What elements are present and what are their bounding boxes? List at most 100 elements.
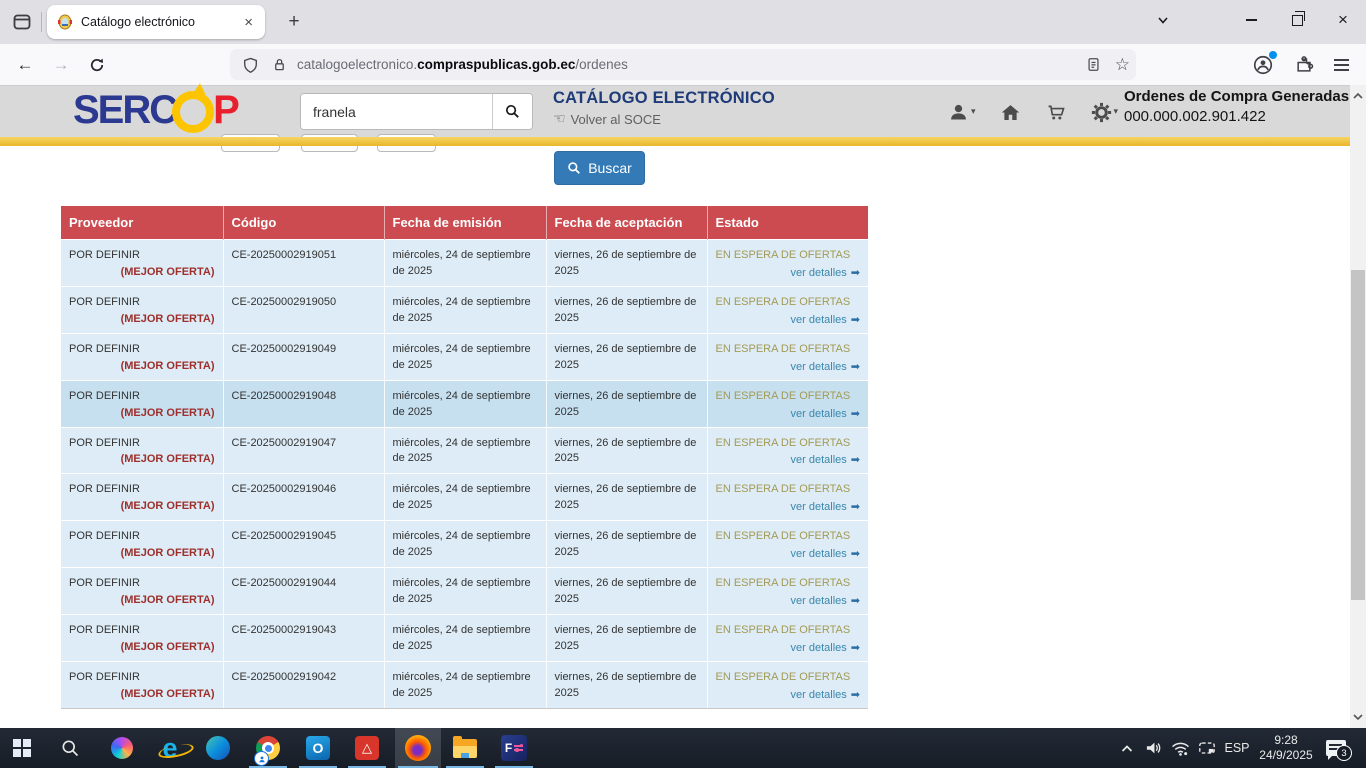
window-minimize-button[interactable]: [1228, 0, 1274, 40]
ver-detalles-link[interactable]: ver detalles: [791, 642, 847, 654]
provider-name: POR DEFINIR: [69, 623, 215, 639]
extensions-puzzle-icon[interactable]: [1294, 55, 1314, 75]
windows-logo-icon: [13, 739, 31, 757]
acceptance-date: viernes, 26 de septiembre de 2025: [546, 286, 707, 333]
arrow-right-icon[interactable]: ➡: [851, 407, 860, 420]
emission-date: miércoles, 24 de septiembre de 2025: [384, 474, 546, 521]
firefox-view-icon[interactable]: [10, 11, 34, 33]
arrow-right-icon[interactable]: ➡: [851, 500, 860, 513]
shield-icon[interactable]: [242, 56, 259, 74]
ver-detalles-link[interactable]: ver detalles: [791, 501, 847, 513]
order-code: CE-20250002919044: [223, 568, 384, 615]
buscar-button[interactable]: Buscar: [554, 151, 645, 185]
scroll-down-arrow[interactable]: [1350, 708, 1366, 726]
tray-wifi-icon[interactable]: [1167, 728, 1194, 768]
arrow-right-icon[interactable]: ➡: [851, 688, 860, 701]
hamburger-menu-icon[interactable]: [1334, 56, 1349, 73]
provider-name: POR DEFINIR: [69, 436, 215, 452]
window-close-button[interactable]: ×: [1320, 0, 1366, 40]
settings-gear-button[interactable]: ▾: [1079, 99, 1131, 125]
ver-detalles-link[interactable]: ver detalles: [791, 408, 847, 420]
notification-count-badge: 3: [1336, 745, 1352, 761]
order-status: EN ESPERA DE OFERTAS: [716, 389, 861, 405]
lock-icon[interactable]: [272, 56, 287, 73]
order-row: POR DEFINIR (MEJOR OFERTA) CE-2025000291…: [61, 661, 868, 708]
ver-detalles-link[interactable]: ver detalles: [791, 267, 847, 279]
best-offer-label: (MEJOR OFERTA): [69, 499, 215, 515]
chrome-app-icon[interactable]: [246, 728, 290, 768]
best-offer-label: (MEJOR OFERTA): [69, 687, 215, 703]
bookmark-star-icon[interactable]: ☆: [1115, 55, 1130, 75]
emission-date: miércoles, 24 de septiembre de 2025: [384, 380, 546, 427]
col-fecha-aceptacion: Fecha de aceptación: [546, 206, 707, 240]
provider-name: POR DEFINIR: [69, 482, 215, 498]
firefox-app-icon[interactable]: [395, 728, 441, 768]
arrow-right-icon[interactable]: ➡: [851, 453, 860, 466]
tray-remote-session-icon[interactable]: [1194, 728, 1220, 768]
order-status: EN ESPERA DE OFERTAS: [716, 576, 861, 592]
arrow-right-icon[interactable]: ➡: [851, 313, 860, 326]
order-row: POR DEFINIR (MEJOR OFERTA) CE-2025000291…: [61, 521, 868, 568]
acceptance-date: viernes, 26 de septiembre de 2025: [546, 521, 707, 568]
order-code: CE-20250002919049: [223, 333, 384, 380]
tray-clock[interactable]: 9:28 24/9/2025: [1254, 728, 1318, 768]
tray-language-indicator[interactable]: ESP: [1220, 728, 1254, 768]
copilot-app-icon[interactable]: [100, 728, 144, 768]
adobe-acrobat-app-icon[interactable]: △: [345, 728, 389, 768]
catalog-search-button[interactable]: [492, 94, 532, 129]
tray-show-hidden-icons-chevron[interactable]: [1114, 728, 1140, 768]
browser-tab[interactable]: Catálogo electrónico ×: [47, 5, 265, 39]
search-icon: [60, 738, 80, 758]
catalog-search-input[interactable]: [301, 94, 492, 129]
provider-name: POR DEFINIR: [69, 295, 215, 311]
tab-list-chevron-icon[interactable]: [1140, 0, 1186, 40]
volver-al-soce-link[interactable]: ☜ Volver al SOCE: [553, 111, 775, 127]
arrow-right-icon[interactable]: ➡: [851, 266, 860, 279]
scrollbar-thumb[interactable]: [1351, 270, 1365, 600]
acceptance-date: viernes, 26 de septiembre de 2025: [546, 661, 707, 708]
internet-explorer-app-icon[interactable]: e: [148, 728, 192, 768]
ver-detalles-link[interactable]: ver detalles: [791, 548, 847, 560]
feo-app-icon[interactable]: F: [492, 728, 536, 768]
ver-detalles-link[interactable]: ver detalles: [791, 314, 847, 326]
new-tab-button[interactable]: +: [280, 8, 308, 36]
col-fecha-emision: Fecha de emisión: [384, 206, 546, 240]
taskbar-search-button[interactable]: [48, 728, 92, 768]
order-code: CE-20250002919045: [223, 521, 384, 568]
orders-summary-title: Ordenes de Compra Generadas: [1124, 88, 1349, 105]
logo-swirl-o: [172, 91, 214, 133]
ver-detalles-link[interactable]: ver detalles: [791, 689, 847, 701]
arrow-right-icon[interactable]: ➡: [851, 547, 860, 560]
url-bar[interactable]: catalogoelectronico.compraspublicas.gob.…: [230, 49, 1136, 80]
reader-mode-icon[interactable]: [1086, 56, 1101, 73]
tray-notification-center-icon[interactable]: 3: [1318, 728, 1354, 768]
ver-detalles-link[interactable]: ver detalles: [791, 454, 847, 466]
reload-button[interactable]: [82, 50, 112, 80]
best-offer-label: (MEJOR OFERTA): [69, 593, 215, 609]
start-button[interactable]: [0, 728, 44, 768]
ver-detalles-link[interactable]: ver detalles: [791, 595, 847, 607]
browser-toolbar: ← → catalogoelectronico.compraspublicas.…: [0, 44, 1366, 86]
arrow-right-icon[interactable]: ➡: [851, 360, 860, 373]
file-explorer-app-icon[interactable]: [443, 728, 487, 768]
window-restore-button[interactable]: [1274, 0, 1320, 40]
cart-button[interactable]: [1033, 99, 1079, 125]
tray-volume-icon[interactable]: [1140, 728, 1167, 768]
scroll-up-arrow[interactable]: [1350, 87, 1366, 105]
arrow-right-icon[interactable]: ➡: [851, 641, 860, 654]
edge-app-icon[interactable]: [196, 728, 240, 768]
ver-detalles-link[interactable]: ver detalles: [791, 361, 847, 373]
back-button[interactable]: ←: [10, 50, 40, 80]
acceptance-date: viernes, 26 de septiembre de 2025: [546, 568, 707, 615]
account-notification-dot: [1269, 51, 1277, 59]
col-proveedor: Proveedor: [61, 206, 223, 240]
arrow-right-icon[interactable]: ➡: [851, 594, 860, 607]
home-button[interactable]: [988, 99, 1033, 125]
user-menu-button[interactable]: ▾: [936, 99, 988, 125]
tab-close-icon[interactable]: ×: [242, 14, 255, 31]
windows-taskbar: e O △ F ESP 9:28 24: [0, 728, 1366, 768]
vertical-scrollbar[interactable]: [1350, 85, 1366, 728]
catalog-search-group: [300, 93, 533, 130]
outlook-app-icon[interactable]: O: [296, 728, 340, 768]
account-icon[interactable]: [1252, 54, 1274, 76]
